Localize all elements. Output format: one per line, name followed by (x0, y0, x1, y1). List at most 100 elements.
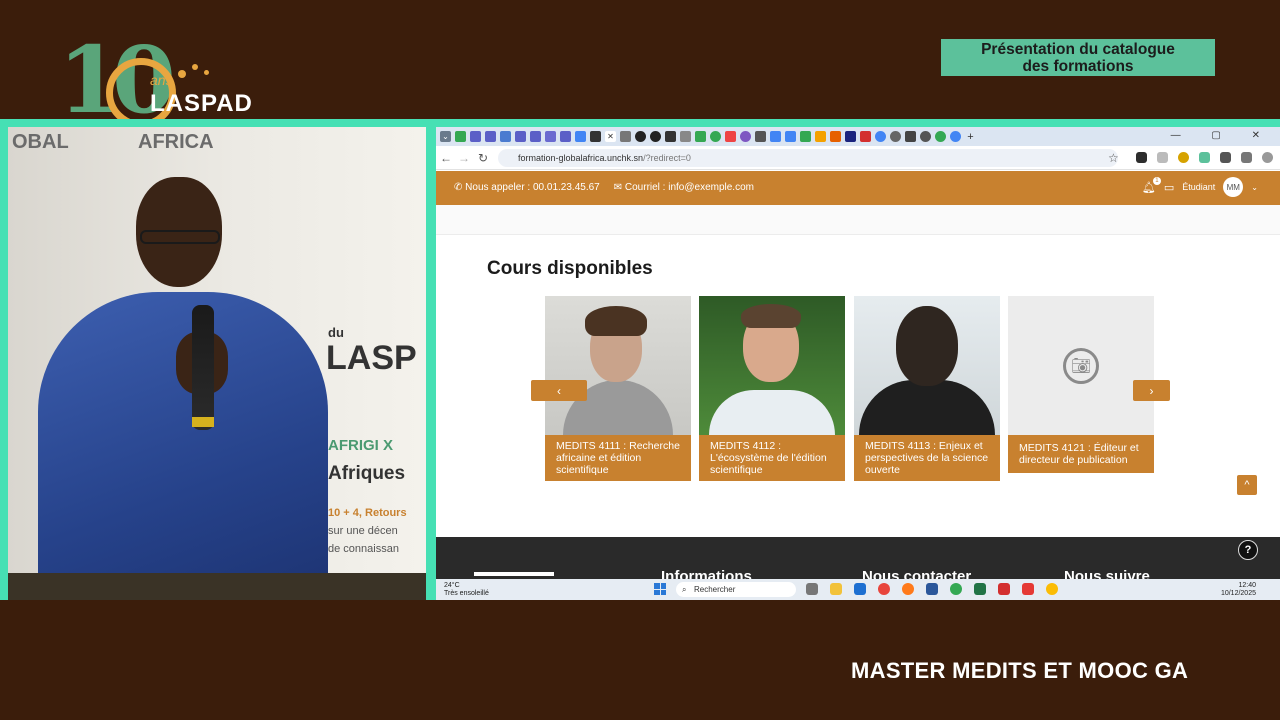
phone-icon: ✆ (454, 182, 466, 193)
extension-icon[interactable] (1220, 152, 1231, 163)
window-controls[interactable]: — ▢ ✕ (1171, 130, 1274, 141)
tab-favicon[interactable] (575, 131, 586, 142)
tab-favicon[interactable] (500, 131, 511, 142)
overlay-title-line1: Présentation du catalogue (981, 41, 1175, 58)
forward-icon[interactable]: → (458, 151, 470, 165)
broadcast-frame: OBAL AFRICA du LASP AFRIGI X Afriques 10… (0, 119, 1280, 600)
tab-favicon[interactable] (845, 131, 856, 142)
back-icon[interactable]: ← (440, 151, 452, 165)
tab-favicon[interactable] (680, 131, 691, 142)
extension-icons (1136, 152, 1280, 163)
address-bar: ← → ↻ formation-globalafrica.unchk.sn/?r… (436, 146, 1280, 170)
portrait-face (896, 306, 958, 386)
tab-favicon[interactable] (470, 131, 481, 142)
extension-icon[interactable] (1178, 152, 1189, 163)
app-icon[interactable] (1022, 583, 1034, 595)
portrait-hair (585, 306, 647, 336)
tab-favicon[interactable] (710, 131, 721, 142)
firefox-icon[interactable] (902, 583, 914, 595)
word-icon[interactable] (926, 583, 938, 595)
section-title: Cours disponibles (487, 258, 653, 279)
footer-heading-contact: Nous contacter (862, 568, 972, 579)
profile-icon[interactable] (1262, 152, 1273, 163)
tab-favicon[interactable] (950, 131, 961, 142)
chevron-down-icon[interactable]: ⌄ (1251, 183, 1258, 192)
tab-favicon[interactable] (560, 131, 571, 142)
taskbar-search[interactable]: ⌕ Rechercher (676, 582, 796, 597)
tab-favicon[interactable] (590, 131, 601, 142)
banner-text-4: LASP (326, 339, 417, 377)
tab-favicon[interactable] (830, 131, 841, 142)
tab-favicon[interactable] (695, 131, 706, 142)
tab-favicon[interactable] (860, 131, 871, 142)
site-footer: Informations Nous contacter Nous suivre (436, 537, 1280, 579)
extension-icon[interactable] (1136, 152, 1147, 163)
course-card[interactable]: MEDITS 4113 : Enjeux et perspectives de … (854, 296, 1000, 481)
tab-close-icon[interactable]: ✕ (605, 131, 616, 142)
tab-favicon[interactable] (770, 131, 781, 142)
url-input[interactable]: formation-globalafrica.unchk.sn/?redirec… (498, 149, 1118, 167)
carousel-next-button[interactable]: › (1133, 380, 1170, 401)
tab-favicon[interactable] (905, 131, 916, 142)
course-title: MEDITS 4112 : L'écosystème de l'édition … (710, 440, 827, 476)
user-avatar[interactable]: MM (1223, 177, 1244, 197)
phone-link[interactable]: ✆ Nous appeler : 00.01.23.45.67 (454, 182, 600, 193)
messages-icon[interactable]: ▭ (1164, 181, 1174, 194)
email-link[interactable]: ✉ Courriel : info@exemple.com (614, 182, 754, 193)
reload-icon[interactable]: ↻ (478, 151, 488, 165)
chrome-icon[interactable] (1046, 583, 1058, 595)
tab-favicon[interactable] (620, 131, 631, 142)
speaker-video: OBAL AFRICA du LASP AFRIGI X Afriques 10… (8, 127, 426, 600)
bookmark-star-icon[interactable]: ☆ (1108, 151, 1119, 165)
tab-favicon[interactable] (755, 131, 766, 142)
weather-widget[interactable]: 24°C Très ensoleillé (444, 582, 489, 598)
extension-icon[interactable] (1157, 152, 1168, 163)
outlook-icon[interactable] (854, 583, 866, 595)
file-explorer-icon[interactable] (830, 583, 842, 595)
browser-tabbar: ⌄ ✕ + — ▢ ✕ (436, 127, 1280, 146)
tab-favicon[interactable] (785, 131, 796, 142)
tab-favicon[interactable] (890, 131, 901, 142)
tab-favicon[interactable] (635, 131, 646, 142)
tab-favicon[interactable] (920, 131, 931, 142)
notification-bell-icon[interactable]: 🔔︎ 1 (1142, 176, 1161, 194)
tab-favicon[interactable] (815, 131, 826, 142)
logo-name: LASPAD (150, 90, 253, 117)
windows-start-icon[interactable] (654, 583, 666, 595)
tab-favicon[interactable] (515, 131, 526, 142)
tab-favicon[interactable] (875, 131, 886, 142)
tab-list-icon[interactable]: ⌄ (440, 131, 451, 142)
extension-icon[interactable] (1199, 152, 1210, 163)
tab-favicon[interactable] (935, 131, 946, 142)
scroll-to-top-button[interactable]: ^ (1237, 475, 1257, 495)
banner-text-1: OBAL (12, 131, 69, 153)
puzzle-icon[interactable] (1241, 152, 1252, 163)
mail-icon: ✉ (613, 182, 625, 193)
carousel-prev-button[interactable]: ‹ (531, 380, 587, 401)
tab-favicon[interactable] (740, 131, 751, 142)
banner-text-3: du (328, 325, 344, 340)
tab-favicon[interactable] (725, 131, 736, 142)
tab-favicon[interactable] (455, 131, 466, 142)
tab-favicon[interactable] (650, 131, 661, 142)
tab-favicon[interactable] (665, 131, 676, 142)
chrome-icon[interactable] (878, 583, 890, 595)
new-tab-icon[interactable]: + (965, 131, 976, 143)
tab-favicon[interactable] (545, 131, 556, 142)
tab-favicon[interactable] (530, 131, 541, 142)
taskbar-clock[interactable]: 12:40 10/12/2025 (1221, 582, 1256, 598)
search-icon: ⌕ (682, 585, 687, 594)
help-button[interactable]: ? (1238, 540, 1258, 560)
course-card[interactable]: MEDITS 4112 : L'écosystème de l'édition … (699, 296, 845, 481)
overlay-title-line2: des formations (1022, 58, 1134, 75)
chrome-icon[interactable] (950, 583, 962, 595)
tab-favicon[interactable] (800, 131, 811, 142)
pdf-icon[interactable] (998, 583, 1010, 595)
windows-taskbar: 24°C Très ensoleillé ⌕Rechercher 12:40 (436, 579, 1280, 600)
course-title: MEDITS 4113 : Enjeux et perspectives de … (865, 440, 989, 476)
tab-favicon[interactable] (485, 131, 496, 142)
task-view-icon[interactable] (806, 583, 818, 595)
chevron-right-icon: › (1149, 383, 1154, 398)
clock-date: 10/12/2025 (1220, 590, 1256, 597)
excel-icon[interactable] (974, 583, 986, 595)
